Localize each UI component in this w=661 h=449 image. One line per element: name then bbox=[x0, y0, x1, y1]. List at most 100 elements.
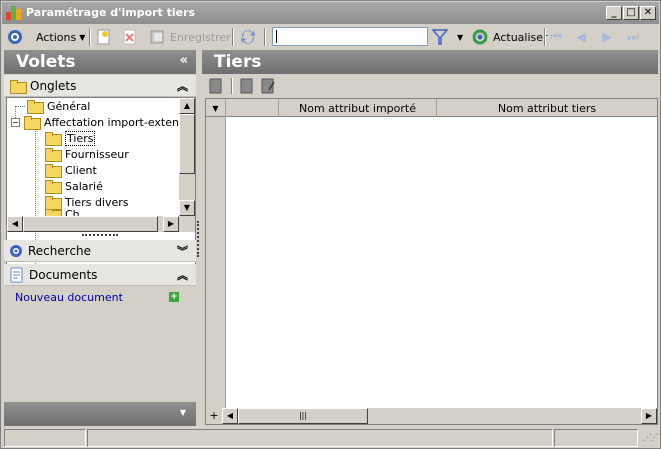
recherche-section-header[interactable]: Recherche ︾ bbox=[4, 240, 196, 262]
grid-horizontal-scrollbar[interactable]: + ◀ ||| ▶ bbox=[206, 408, 657, 424]
maximize-button[interactable]: □ bbox=[623, 6, 639, 20]
tree-item-label: Tiers bbox=[65, 130, 96, 146]
scroll-right-icon[interactable]: ▶ bbox=[163, 216, 179, 232]
scroll-thumb[interactable] bbox=[23, 216, 158, 232]
chevron-down-icon: ▼ bbox=[79, 32, 86, 42]
collapse-up-icon[interactable]: ︽ bbox=[177, 78, 188, 94]
status-cell-1 bbox=[4, 429, 86, 447]
column-header-label: Nom attribut tiers bbox=[497, 101, 597, 115]
status-cell-2 bbox=[87, 429, 553, 447]
search-input[interactable] bbox=[272, 27, 428, 46]
scroll-down-icon[interactable]: ▼ bbox=[179, 200, 195, 216]
tree-item-label: Général bbox=[47, 99, 91, 113]
onglets-label: Onglets bbox=[30, 78, 77, 93]
tree-item-client[interactable]: Client bbox=[45, 162, 97, 178]
tree-item-fournisseur[interactable]: Fournisseur bbox=[45, 146, 129, 162]
doc-edit-icon[interactable] bbox=[261, 78, 275, 94]
new-icon[interactable] bbox=[97, 25, 111, 49]
filter-icon[interactable] bbox=[432, 25, 448, 49]
filter-dropdown-icon[interactable]: ▼ bbox=[457, 25, 463, 49]
grid-header-row: ▼ Nom attribut importé Nom attribut tier… bbox=[206, 99, 657, 117]
last-record-icon[interactable]: ⏭ bbox=[627, 25, 639, 49]
tree-item-tiers-divers[interactable]: Tiers divers bbox=[45, 194, 129, 210]
tree-item-label: Salarié bbox=[65, 179, 103, 193]
app-icon bbox=[6, 6, 22, 20]
row-selector-dropdown-icon[interactable]: ▼ bbox=[206, 99, 226, 117]
folder-icon bbox=[45, 180, 62, 194]
search-target-icon bbox=[10, 244, 22, 257]
folder-open-icon bbox=[24, 116, 41, 130]
left-pane: Volets « Onglets ︽ Général − Affectation… bbox=[4, 50, 196, 426]
folder-icon bbox=[45, 164, 62, 178]
first-record-icon[interactable]: ⏮ bbox=[550, 25, 562, 49]
previous-record-icon[interactable]: ◀ bbox=[576, 25, 586, 49]
actions-label: Actions bbox=[36, 30, 77, 44]
volets-title: Volets bbox=[16, 52, 76, 72]
recherche-label: Recherche bbox=[28, 243, 92, 258]
column-header-tiers[interactable]: Nom attribut tiers bbox=[437, 99, 657, 117]
column-header-imported[interactable]: Nom attribut importé bbox=[279, 99, 437, 117]
scroll-thumb[interactable] bbox=[179, 114, 195, 174]
blank-column-header[interactable] bbox=[226, 99, 279, 117]
onglets-section-header[interactable]: Onglets ︽ bbox=[4, 75, 196, 97]
tiers-header: Tiers bbox=[202, 50, 658, 74]
main-window: Paramétrage d'import tiers _ □ ✕ Actions… bbox=[0, 0, 661, 449]
folder-open-icon bbox=[45, 132, 62, 146]
scroll-thumb[interactable]: ||| bbox=[238, 408, 368, 424]
delete-icon[interactable] bbox=[123, 25, 137, 49]
minimize-button[interactable]: _ bbox=[606, 6, 622, 20]
toolbar: Actions ▼ Enregistrer ▼ Actualiser ⏮ ◀ ▶… bbox=[2, 25, 659, 49]
scroll-right-icon[interactable]: ▶ bbox=[641, 408, 657, 424]
tree-item-label: Client bbox=[65, 163, 97, 177]
data-grid: ▼ Nom attribut importé Nom attribut tier… bbox=[205, 98, 658, 425]
right-pane: Tiers ▼ Nom attribut importé Nom attribu… bbox=[202, 50, 658, 426]
target-icon[interactable] bbox=[7, 25, 23, 49]
add-row-icon[interactable]: + bbox=[206, 408, 222, 424]
new-document-link[interactable]: Nouveau document bbox=[15, 291, 123, 304]
resize-grip-icon[interactable]: ⋰⋰ bbox=[643, 433, 659, 443]
volets-header: Volets « bbox=[4, 50, 196, 74]
chevron-down-icon[interactable]: ▼ bbox=[180, 408, 186, 417]
scroll-left-icon[interactable]: ◀ bbox=[7, 216, 23, 232]
refresh-label: Actualiser bbox=[493, 30, 548, 44]
pane-splitter[interactable] bbox=[197, 221, 200, 257]
grid-toolbar bbox=[202, 76, 658, 96]
tree-item-tiers[interactable]: Tiers bbox=[45, 130, 96, 146]
collapse-left-icon[interactable]: « bbox=[180, 53, 188, 68]
documents-section-header[interactable]: Documents ︽ bbox=[4, 264, 196, 286]
tree-item-label: Tiers divers bbox=[65, 195, 129, 209]
tree-item-affectation[interactable]: − Affectation import-extensio bbox=[11, 114, 194, 130]
actions-menu-button[interactable]: Actions ▼ bbox=[36, 25, 85, 49]
document-icon bbox=[10, 267, 23, 282]
documents-label: Documents bbox=[29, 267, 98, 282]
scroll-up-icon[interactable]: ▲ bbox=[179, 98, 195, 114]
save-button[interactable]: Enregistrer bbox=[150, 25, 231, 49]
left-pane-footer[interactable]: ▼ bbox=[4, 402, 196, 426]
folder-icon bbox=[27, 100, 44, 114]
column-header-label: Nom attribut importé bbox=[299, 101, 416, 115]
next-record-icon[interactable]: ▶ bbox=[602, 25, 612, 49]
collapse-minus-icon[interactable]: − bbox=[11, 117, 20, 127]
sync-icon[interactable] bbox=[239, 25, 257, 49]
tree-item-label: Fournisseur bbox=[65, 147, 129, 161]
refresh-button[interactable]: Actualiser bbox=[472, 25, 548, 49]
tree-item-label: Affectation import-extensio bbox=[44, 115, 195, 129]
doc-icon[interactable] bbox=[209, 78, 223, 94]
title-bar[interactable]: Paramétrage d'import tiers _ □ ✕ bbox=[2, 2, 659, 24]
save-label: Enregistrer bbox=[170, 30, 231, 44]
tree-horizontal-scrollbar[interactable]: ◀ ▶ bbox=[7, 216, 195, 232]
save-icon bbox=[150, 30, 164, 44]
scroll-left-icon[interactable]: ◀ bbox=[222, 408, 238, 424]
splitter-handle[interactable] bbox=[82, 234, 118, 237]
close-button[interactable]: ✕ bbox=[640, 6, 656, 20]
tree-item-general[interactable]: Général bbox=[27, 98, 90, 114]
doc-icon[interactable] bbox=[240, 78, 254, 94]
tree-vertical-scrollbar[interactable]: ▲ ▼ bbox=[179, 98, 195, 216]
refresh-icon bbox=[472, 29, 488, 45]
add-document-icon[interactable]: + bbox=[169, 292, 179, 302]
folder-icon bbox=[45, 196, 62, 210]
tree-item-salarie[interactable]: Salarié bbox=[45, 178, 103, 194]
expand-down-icon[interactable]: ︾ bbox=[177, 243, 188, 259]
window-title: Paramétrage d'import tiers bbox=[26, 6, 196, 19]
collapse-up-icon[interactable]: ︽ bbox=[177, 267, 188, 283]
